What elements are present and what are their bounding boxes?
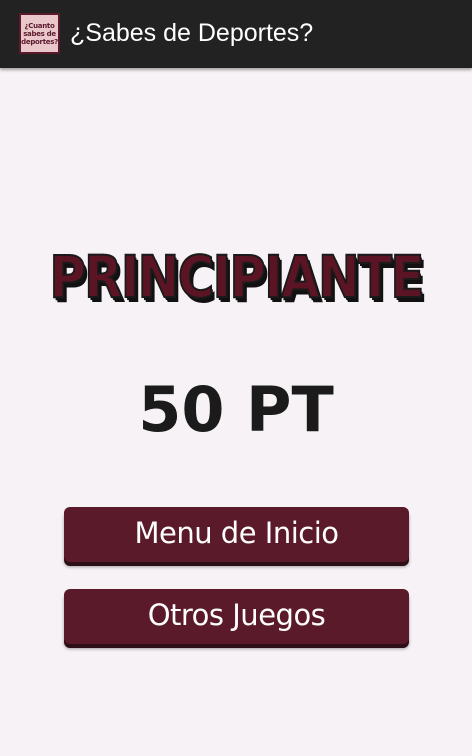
app-icon-text-line-2: sabes de: [23, 29, 56, 38]
app-title: ¿Sabes de Deportes?: [70, 19, 314, 47]
other-games-button[interactable]: Otros Juegos: [64, 589, 409, 644]
app-icon[interactable]: ¿Cuanto sabes de deportes?: [19, 13, 60, 54]
level-title: PRINCIPIANTE: [48, 242, 425, 312]
score-value: 50 PT: [138, 373, 334, 446]
main-menu-button[interactable]: Menu de Inicio: [64, 507, 409, 562]
app-icon-text-line-1: ¿Cuanto: [24, 21, 55, 30]
action-bar: ¿Cuanto sabes de deportes? ¿Sabes de Dep…: [0, 0, 472, 68]
app-icon-text-line-3: deportes?: [21, 37, 58, 46]
